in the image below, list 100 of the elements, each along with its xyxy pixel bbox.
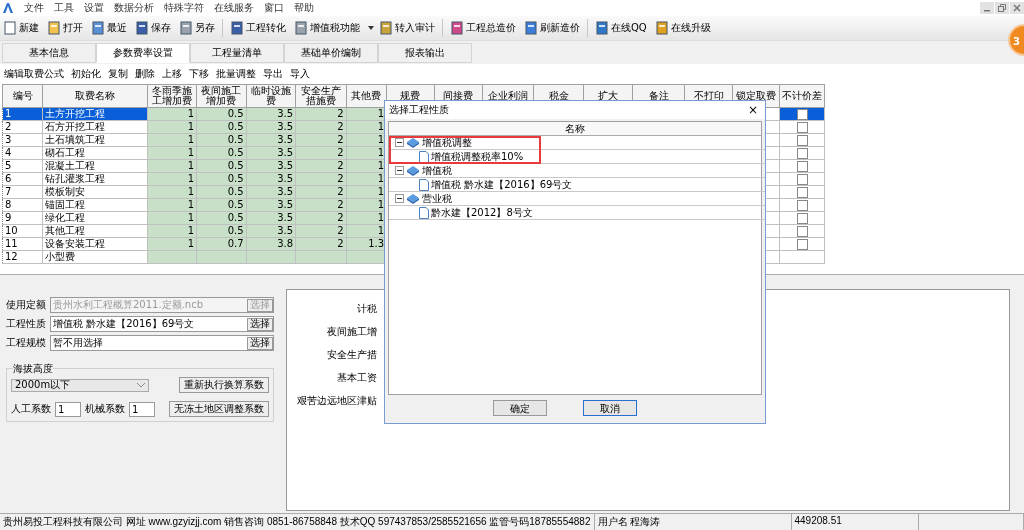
input-field[interactable]: 1 [55,401,81,417]
table-cell[interactable]: 砌石工程 [42,146,148,160]
collapse-icon[interactable] [395,166,404,175]
adjust-button[interactable]: 无冻土地区调整系数 [169,401,269,417]
menu-item[interactable]: 窗口 [264,1,284,15]
action-button[interactable]: 上移 [162,67,182,81]
table-cell[interactable]: 7 [2,185,43,199]
table-cell[interactable]: 石方开挖工程 [42,120,148,134]
checkbox[interactable] [796,199,808,211]
toolbar-button[interactable]: 在线QQ [594,21,648,35]
menu-item[interactable]: 工具 [54,1,74,15]
table-cell[interactable]: 绿化工程 [42,211,148,225]
table-cell[interactable]: 5 [2,159,43,173]
table-cell[interactable]: 钻孔灌浆工程 [42,172,148,186]
tree-item[interactable]: 营业税 [422,191,452,206]
table-cell[interactable]: 3 [2,133,43,147]
action-button[interactable]: 初始化 [71,67,101,81]
checkbox[interactable] [796,108,808,120]
table-cell: 1 [377,173,385,184]
checkbox[interactable] [796,134,808,146]
tab[interactable]: 基础单价编制 [284,43,378,63]
choose-button[interactable]: 选择 [247,317,273,331]
recalculate-button[interactable]: 重新执行换算系数 [179,377,269,393]
toolbar-button[interactable]: 转入审计 [367,21,436,35]
tab[interactable]: 报表输出 [378,43,472,63]
toolbar-button[interactable]: 新建 [2,21,40,35]
table-cell[interactable]: 锚固工程 [42,198,148,212]
tab[interactable]: 参数费率设置 [96,43,190,63]
input-field[interactable]: 暂不用选择 选择 [50,335,274,351]
table-cell[interactable]: 模板制安 [42,185,148,199]
toolbar-icon [3,21,17,35]
checkbox[interactable] [796,147,808,159]
chevron-icon [137,382,145,388]
action-button[interactable]: 下移 [189,67,209,81]
table-cell[interactable]: 9 [2,211,43,225]
tab[interactable]: 基本信息 [2,43,96,63]
toolbar-button[interactable]: 工程转化 [229,21,287,35]
menu-item[interactable]: 在线服务 [214,1,254,15]
tree-item[interactable]: 增值税 [422,163,452,178]
action-button[interactable]: 导入 [290,67,310,81]
menu-item[interactable]: 帮助 [294,1,314,15]
restore-icon[interactable] [995,2,1009,14]
table-cell[interactable]: 土石填筑工程 [42,133,148,147]
checkbox[interactable] [796,225,808,237]
menu-item[interactable]: 文件 [24,1,44,15]
table-cell: 0.5 [227,134,244,145]
table-cell[interactable]: 设备安装工程 [42,237,148,251]
table-cell: 2 [337,225,344,236]
table-cell[interactable]: 6 [2,172,43,186]
table-cell[interactable]: 10 [2,224,43,238]
choose-button[interactable]: 选择 [247,336,273,350]
table-cell[interactable]: 11 [2,237,43,251]
tree-item[interactable]: 黔水建【2012】8号文 [431,205,533,220]
checkbox[interactable] [796,212,808,224]
table-cell[interactable]: 小型费 [42,250,148,264]
table-cell[interactable]: 12 [2,250,43,264]
input-field[interactable]: 1 [129,401,155,417]
action-button[interactable]: 编辑取费公式 [4,67,64,81]
checkbox[interactable] [796,186,808,198]
toolbar-button[interactable]: 打开 [46,21,84,35]
collapse-icon[interactable] [395,194,404,203]
action-button[interactable]: 批量调整 [216,67,256,81]
dialog-button[interactable]: 确定 [493,400,547,416]
tab[interactable]: 工程量清单 [190,43,284,63]
tree-item[interactable]: 增值税调整税率10% [431,149,524,164]
close-icon[interactable] [1010,2,1024,14]
checkbox[interactable] [796,238,808,250]
table-cell[interactable]: 混凝土工程 [42,159,148,173]
table-cell[interactable]: 2 [2,120,43,134]
toolbar-button[interactable]: 另存 [178,21,216,35]
tree-item[interactable]: 增值税调整 [422,135,472,150]
table-cell: 2 [337,186,344,197]
action-button[interactable]: 删除 [135,67,155,81]
dialog-button[interactable]: 取消 [583,400,637,416]
menu-item[interactable]: 特殊字符 [164,1,204,15]
table-cell: 0.5 [227,225,244,236]
toolbar-button[interactable]: 保存 [134,21,172,35]
checkbox[interactable] [796,173,808,185]
toolbar-button[interactable]: 增值税功能 [293,21,361,35]
checkbox[interactable] [796,121,808,133]
input-field[interactable]: 增值税 黔水建【2016】69号文 选择 [50,316,274,332]
collapse-icon[interactable] [395,138,404,147]
table-cell[interactable]: 其他工程 [42,224,148,238]
field-label: 使用定额 [6,298,46,312]
minimize-icon[interactable] [980,2,994,14]
toolbar-button[interactable]: 最近 [90,21,128,35]
toolbar-button[interactable]: 在线升级 [653,21,712,35]
tree-item[interactable]: 增值税 黔水建【2016】69号文 [431,177,573,192]
toolbar-button[interactable]: 刷新造价 [523,21,581,35]
table-cell: 1 [377,134,385,145]
action-button[interactable]: 导出 [263,67,283,81]
action-button[interactable]: 复制 [108,67,128,81]
menu-item[interactable]: 数据分析 [114,1,154,15]
toolbar-button[interactable]: 工程总造价 [449,21,517,35]
checkbox[interactable] [796,160,808,172]
table-cell: 1 [187,212,195,223]
table-cell[interactable]: 8 [2,198,43,212]
menu-item[interactable]: 设置 [84,1,104,15]
altitude-dropdown[interactable]: 2000m以下 [11,378,149,392]
table-cell[interactable]: 4 [2,146,43,160]
